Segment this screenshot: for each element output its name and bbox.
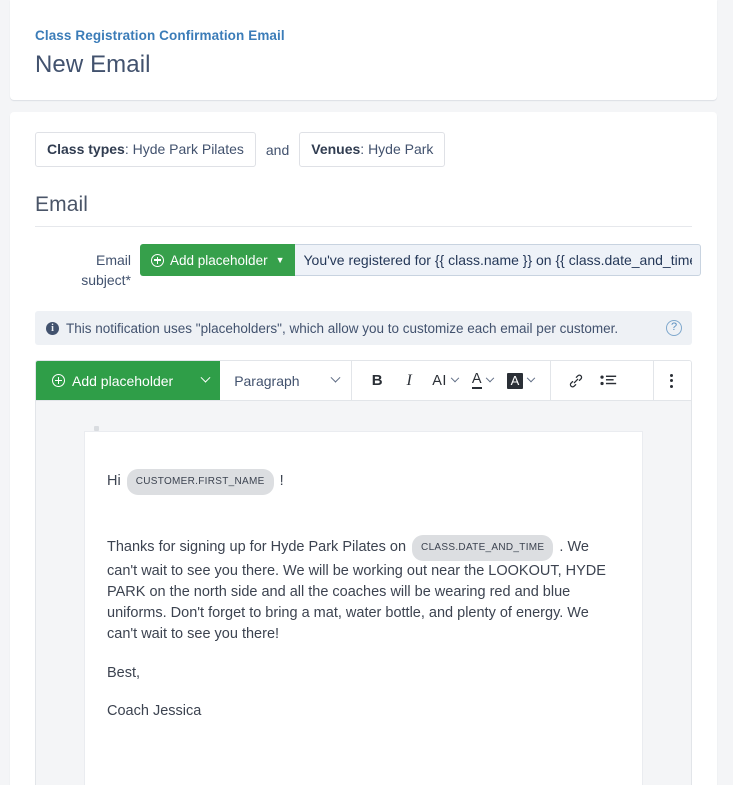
italic-button[interactable]: I <box>394 365 424 397</box>
font-size-label: AI <box>432 372 447 389</box>
paragraph-before-token: Thanks for signing up for Hyde Park Pila… <box>107 539 407 555</box>
editor-body-area[interactable]: Hi CUSTOMER.FIRST_NAME ! Thanks for sign… <box>36 401 691 785</box>
editor-format-buttons: B I AI A A <box>352 361 653 400</box>
bullet-list-button[interactable] <box>593 365 623 397</box>
dot <box>670 373 673 377</box>
email-sign-off: Best, <box>107 665 141 681</box>
chevron-down-icon <box>200 372 211 383</box>
email-canvas[interactable]: Hi CUSTOMER.FIRST_NAME ! Thanks for sign… <box>85 432 642 785</box>
placeholder-info-banner: i This notification uses "placeholders",… <box>35 311 692 345</box>
block-style-value: Paragraph <box>234 372 300 389</box>
more-options-button[interactable] <box>666 370 677 392</box>
dot <box>670 384 673 388</box>
email-signature: Coach Jessica <box>107 703 202 719</box>
email-main-paragraph: Thanks for signing up for Hyde Park Pila… <box>107 535 620 645</box>
placeholder-token-customer-first-name[interactable]: CUSTOMER.FIRST_NAME <box>126 469 274 495</box>
chip-venues-value: Hyde Park <box>368 141 434 157</box>
breadcrumb[interactable]: Class Registration Confirmation Email <box>35 28 717 44</box>
chip-venues[interactable]: Venues: Hyde Park <box>299 132 446 167</box>
chevron-down-icon <box>330 372 341 383</box>
subject-add-placeholder-label: Add placeholder <box>170 252 268 268</box>
chip-colon: : <box>360 141 369 157</box>
filter-chips: Class types: Hyde Park Pilates and Venue… <box>26 132 701 167</box>
editor-toolbar-right <box>653 361 691 400</box>
bold-button[interactable]: B <box>362 365 392 397</box>
email-subject-control: Add placeholder ▼ <box>140 244 701 276</box>
dot <box>670 379 673 382</box>
rich-text-editor: Add placeholder Paragraph B I AI A A Hi … <box>35 360 692 785</box>
editor-add-placeholder-label: Add placeholder <box>72 372 174 389</box>
chevron-down-icon <box>526 373 536 382</box>
chip-class-types-value: Hyde Park Pilates <box>132 141 244 157</box>
greeting-suffix: ! <box>279 473 284 489</box>
page-header-card: Class Registration Confirmation Email Ne… <box>10 0 717 100</box>
chevron-down-icon <box>450 373 460 382</box>
highlight-color-button[interactable]: A <box>501 365 541 397</box>
info-icon: i <box>46 321 59 335</box>
subject-add-placeholder-button[interactable]: Add placeholder ▼ <box>140 244 295 276</box>
page-title: New Email <box>35 51 151 78</box>
editor-add-placeholder-caret[interactable] <box>190 361 220 400</box>
editor-add-placeholder-button[interactable]: Add placeholder <box>36 361 221 400</box>
editor-cursor-mark <box>94 426 99 431</box>
chip-class-types-label: Class types <box>47 141 125 157</box>
insert-link-button[interactable] <box>561 365 591 397</box>
font-size-button[interactable]: AI <box>426 365 464 397</box>
section-title-email: Email <box>35 193 692 227</box>
chip-class-types[interactable]: Class types: Hyde Park Pilates <box>35 132 256 167</box>
block-style-select[interactable]: Paragraph <box>220 361 353 400</box>
highlight-a-icon: A <box>506 372 524 389</box>
greeting-prefix: Hi <box>107 473 121 489</box>
main-content-card: Class types: Hyde Park Pilates and Venue… <box>10 112 717 785</box>
plus-circle-icon <box>151 253 164 267</box>
bullet-list-icon <box>600 375 616 386</box>
placeholder-info-text: This notification uses "placeholders", w… <box>66 320 619 336</box>
plus-circle-icon <box>52 374 65 387</box>
email-subject-label-line1: Email <box>95 252 131 268</box>
help-icon[interactable]: ? <box>666 320 682 336</box>
toolbar-divider <box>550 361 552 400</box>
email-subject-row: Email subject* Add placeholder ▼ <box>35 244 701 290</box>
filter-conjunction: and <box>265 141 290 158</box>
chip-colon: : <box>124 141 133 157</box>
email-subject-label: Email subject* <box>35 244 140 290</box>
caret-down-icon: ▼ <box>275 254 285 265</box>
email-subject-input[interactable] <box>294 244 701 276</box>
email-greeting-paragraph: Hi CUSTOMER.FIRST_NAME ! <box>107 469 620 495</box>
text-color-a-icon: A <box>471 371 482 389</box>
chevron-down-icon <box>485 373 494 382</box>
editor-toolbar: Add placeholder Paragraph B I AI A A <box>36 361 691 401</box>
app-page: Class Registration Confirmation Email Ne… <box>0 0 733 785</box>
placeholder-token-class-date-and-time[interactable]: CLASS.DATE_AND_TIME <box>412 535 554 561</box>
link-icon <box>570 374 583 387</box>
text-color-button[interactable]: A <box>466 365 499 397</box>
email-subject-label-line2: subject* <box>81 272 131 288</box>
chip-venues-label: Venues <box>311 141 361 157</box>
